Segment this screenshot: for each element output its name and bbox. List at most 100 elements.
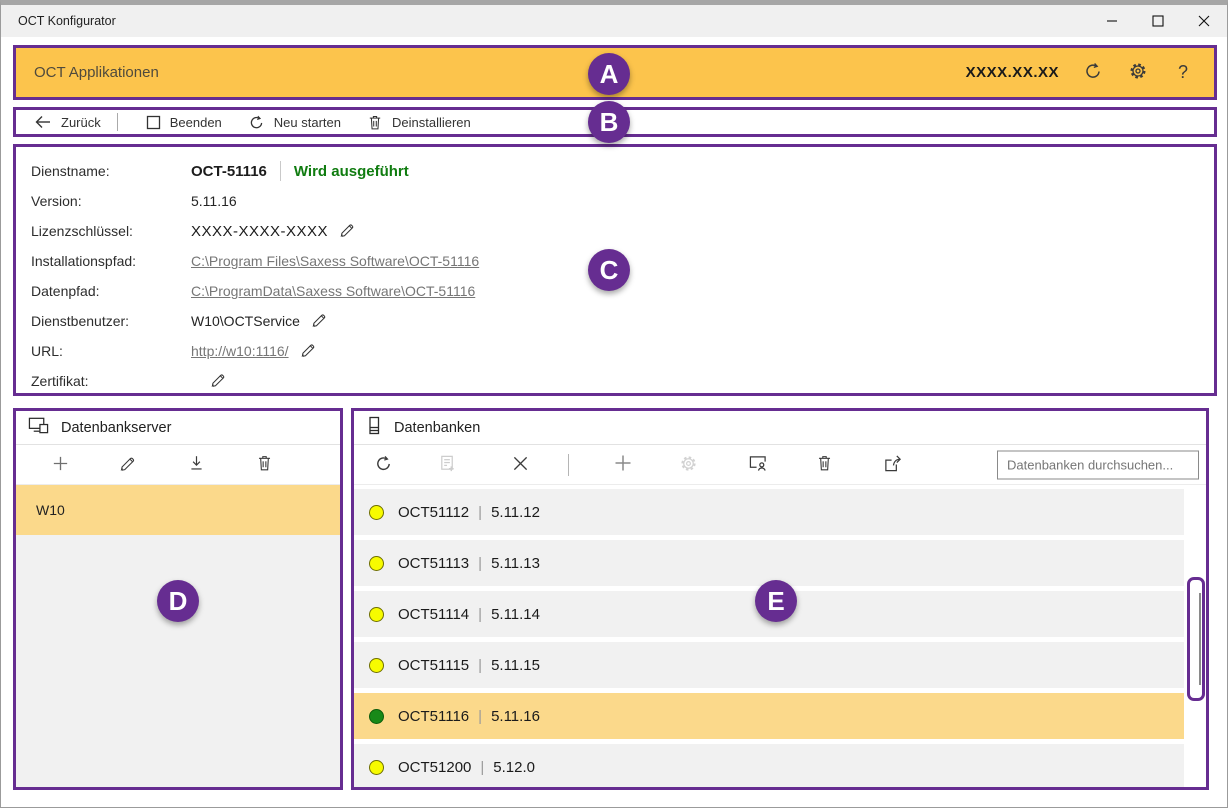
db-sessions-button[interactable] — [747, 454, 769, 476]
search-input[interactable] — [997, 450, 1199, 479]
edit-pencil-icon — [119, 454, 137, 475]
restart-service-button[interactable]: Neu starten — [248, 114, 341, 131]
db-settings-button[interactable] — [677, 454, 699, 476]
name-version-divider: | — [478, 657, 482, 674]
version-placeholder: XXXX.XX.XX — [966, 64, 1059, 81]
database-list-item[interactable]: OCT51115 | 5.11.15 — [354, 642, 1184, 688]
restart-icon — [248, 114, 265, 131]
export-database-button[interactable] — [882, 454, 904, 476]
service-url-link[interactable]: http://w10:1116/ — [191, 343, 289, 359]
status-dot — [369, 658, 384, 673]
field-label: Lizenzschlüssel: — [31, 223, 191, 239]
detail-row-version: Version: 5.11.16 — [16, 186, 1214, 216]
database-list-item[interactable]: OCT51200 | 5.12.0 — [354, 744, 1184, 787]
edit-service-user-button[interactable] — [311, 311, 328, 331]
script-add-button[interactable] — [436, 454, 458, 476]
detail-row-lizenzschluessel: Lizenzschlüssel: XXXX-XXXX-XXXX — [16, 216, 1214, 246]
server-panel-header: Datenbankserver — [16, 411, 340, 445]
app-window: OCT Konfigurator OCT Applikationen X — [0, 0, 1228, 808]
database-name: OCT51115 — [398, 657, 469, 674]
close-db-button[interactable] — [509, 454, 531, 476]
database-version: 5.11.13 — [491, 555, 540, 572]
maximize-button[interactable] — [1135, 5, 1181, 37]
uninstall-button[interactable]: Deinstallieren — [367, 114, 471, 131]
edit-pencil-icon — [339, 221, 356, 241]
trash-icon — [367, 114, 383, 131]
add-database-button[interactable] — [612, 454, 634, 476]
install-path-link[interactable]: C:\Program Files\Saxess Software\OCT-511… — [191, 253, 479, 269]
field-label: Installationspfad: — [31, 253, 191, 269]
edit-server-button[interactable] — [117, 454, 139, 476]
add-server-button[interactable] — [49, 454, 71, 476]
status-dot — [369, 556, 384, 571]
database-list-item[interactable]: OCT51116 | 5.11.16 — [354, 693, 1184, 739]
database-version: 5.12.0 — [493, 759, 535, 776]
field-label: URL: — [31, 343, 191, 359]
scrollbar-annotation-outline — [1187, 577, 1205, 701]
maximize-icon — [1152, 15, 1164, 27]
name-version-divider: | — [480, 759, 484, 776]
import-server-button[interactable] — [185, 454, 207, 476]
database-version: 5.11.16 — [491, 708, 540, 725]
status-dot — [369, 709, 384, 724]
toolbar-separator — [117, 113, 118, 131]
title-bar[interactable]: OCT Konfigurator — [1, 5, 1227, 37]
name-version-divider: | — [478, 708, 482, 725]
version-value: 5.11.16 — [191, 193, 237, 209]
uninstall-label: Deinstallieren — [392, 115, 471, 130]
stop-label: Beenden — [170, 115, 222, 130]
user-session-icon — [748, 454, 768, 475]
back-button[interactable]: Zurück — [34, 114, 101, 130]
header-actions: XXXX.XX.XX ? — [966, 62, 1194, 84]
server-panel-title: Datenbankserver — [61, 420, 171, 436]
delete-database-button[interactable] — [813, 454, 835, 476]
help-button[interactable]: ? — [1172, 62, 1194, 84]
server-toolbar — [16, 445, 340, 485]
database-name: OCT51112 — [398, 504, 469, 521]
script-add-icon — [438, 454, 457, 476]
edit-url-button[interactable] — [300, 341, 317, 361]
scrollbar-thumb[interactable] — [1199, 593, 1201, 685]
help-icon: ? — [1178, 62, 1188, 83]
service-name-value: OCT-51116 — [191, 163, 267, 180]
field-label: Dienstname: — [31, 163, 191, 179]
detail-row-url: URL: http://w10:1116/ — [16, 336, 1214, 366]
back-arrow-icon — [34, 114, 52, 130]
detail-row-dienstname: Dienstname: OCT-51116 Wird ausgeführt — [16, 156, 1214, 186]
service-status-badge: Wird ausgeführt — [294, 163, 409, 180]
name-version-divider: | — [478, 504, 482, 521]
database-list-item[interactable]: OCT51112 | 5.11.12 — [354, 489, 1184, 535]
refresh-button[interactable] — [1082, 62, 1104, 84]
db-toolbar-separator — [568, 454, 569, 476]
delete-server-button[interactable] — [253, 454, 275, 476]
back-label: Zurück — [61, 115, 101, 130]
close-button[interactable] — [1181, 5, 1227, 37]
status-dot — [369, 760, 384, 775]
settings-button[interactable] — [1127, 62, 1149, 84]
database-list-item[interactable]: OCT51113 | 5.11.13 — [354, 540, 1184, 586]
stop-service-button[interactable]: Beenden — [146, 115, 222, 130]
download-icon — [188, 454, 205, 475]
share-icon — [883, 454, 903, 476]
annotation-badge-b: B — [588, 101, 630, 143]
refresh-db-button[interactable] — [372, 454, 394, 476]
window-title: OCT Konfigurator — [18, 14, 116, 28]
edit-certificate-button[interactable] — [210, 371, 227, 391]
window-controls — [1089, 5, 1227, 37]
database-list: OCT51112 | 5.11.12 OCT51113 | 5.11.13 OC… — [354, 485, 1206, 787]
service-user-value: W10\OCTService — [191, 313, 300, 329]
add-icon — [613, 453, 633, 476]
edit-license-button[interactable] — [339, 221, 356, 241]
name-version-divider: | — [478, 606, 482, 623]
database-name: OCT51116 — [398, 708, 469, 725]
minimize-button[interactable] — [1089, 5, 1135, 37]
field-label: Dienstbenutzer: — [31, 313, 191, 329]
license-key-value: XXXX-XXXX-XXXX — [191, 223, 328, 240]
server-list-empty-area — [16, 535, 340, 787]
database-name: OCT51200 — [398, 759, 471, 776]
data-path-link[interactable]: C:\ProgramData\Saxess Software\OCT-51116 — [191, 283, 475, 299]
annotation-badge-e: E — [755, 580, 797, 622]
server-list-item[interactable]: W10 — [16, 485, 340, 535]
minimize-icon — [1106, 15, 1118, 27]
page-title: OCT Applikationen — [34, 64, 159, 81]
